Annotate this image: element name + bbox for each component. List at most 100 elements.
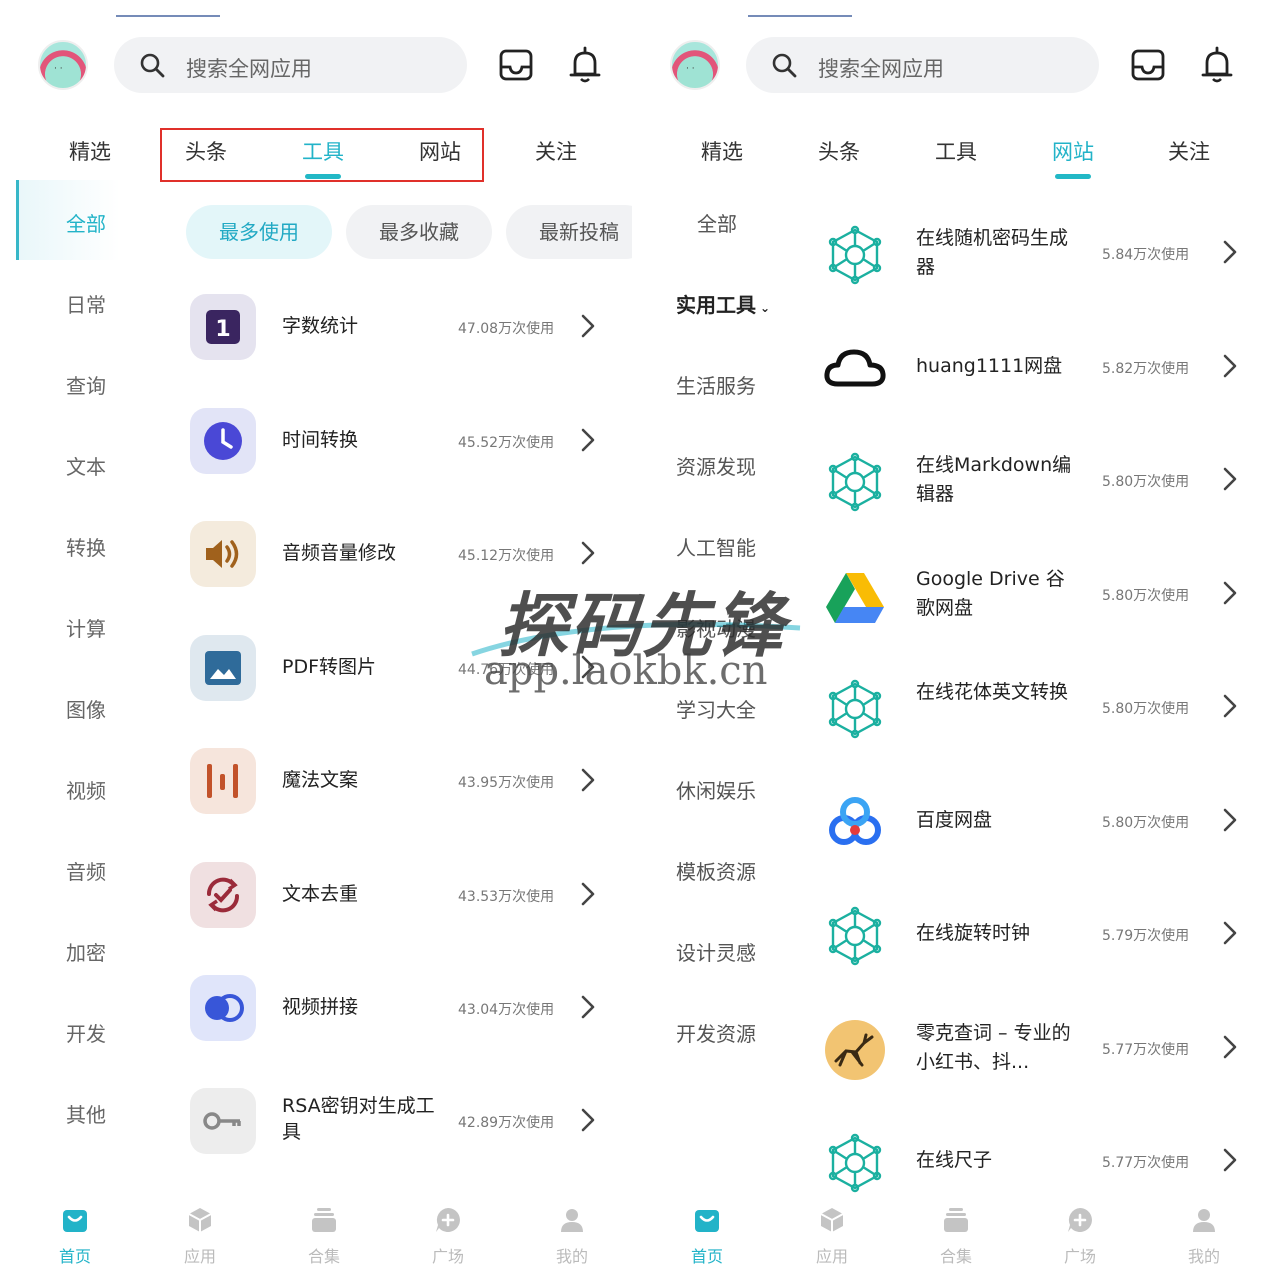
sidebar-item-text[interactable]: 文本	[26, 451, 146, 480]
sidebar-item-all[interactable]: 全部	[26, 208, 146, 237]
tab-featured[interactable]: 精选	[45, 136, 135, 166]
filter-chip-most-used[interactable]: 最多使用	[186, 205, 332, 259]
sidebar-item-audio[interactable]: 音频	[26, 856, 146, 885]
list-item[interactable]: 魔法文案 43.95万次使用	[190, 748, 610, 818]
category-entertainment[interactable]: 休闲娱乐	[676, 775, 756, 804]
nav-home[interactable]: 首页	[30, 1205, 120, 1267]
category-templates[interactable]: 模板资源	[676, 856, 756, 885]
bell-icon[interactable]	[567, 46, 603, 84]
sidebar-item-develop[interactable]: 开发	[26, 1018, 146, 1047]
nav-square[interactable]: 广场	[1035, 1205, 1125, 1267]
sync-check-icon	[190, 862, 256, 928]
chat-plus-icon	[1068, 1208, 1092, 1232]
home-bag-icon	[63, 1210, 87, 1232]
clock-icon	[190, 408, 256, 474]
list-item[interactable]: 视频拼接 43.04万次使用	[190, 975, 610, 1045]
sidebar-item-calculate[interactable]: 计算	[26, 613, 146, 642]
list-item[interactable]: PDF转图片 44.76万次使用	[190, 635, 610, 705]
image-icon	[190, 635, 256, 701]
usage-count: 5.80万次使用	[1102, 474, 1190, 490]
nav-label: 我的	[1187, 1247, 1220, 1266]
key-icon	[190, 1088, 256, 1154]
inbox-icon[interactable]	[1130, 46, 1166, 84]
search-input[interactable]: 搜索全网应用	[114, 37, 467, 93]
nav-label: 合集	[307, 1247, 340, 1266]
cube-icon	[188, 1208, 212, 1232]
category-dev-resources[interactable]: 开发资源	[676, 1018, 756, 1047]
chevron-right-icon	[581, 655, 595, 679]
chevron-right-icon	[581, 882, 595, 906]
filter-chip-most-favorited[interactable]: 最多收藏	[346, 205, 492, 259]
list-item[interactable]: 在线花体英文转换 5.80万次使用	[822, 670, 1242, 750]
tab-headlines[interactable]: 头条	[794, 136, 884, 166]
nav-profile[interactable]: 我的	[1159, 1205, 1249, 1267]
site-name: 在线花体英文转换	[916, 681, 1069, 703]
list-item[interactable]: huang1111网盘 5.82万次使用	[822, 330, 1242, 410]
tab-following[interactable]: 关注	[1144, 136, 1234, 166]
nav-collections[interactable]: 合集	[279, 1205, 369, 1267]
chevron-right-icon	[1223, 694, 1237, 718]
nav-collections[interactable]: 合集	[911, 1205, 1001, 1267]
nav-profile[interactable]: 我的	[527, 1205, 617, 1267]
nav-home[interactable]: 首页	[662, 1205, 752, 1267]
list-item[interactable]: 在线随机密码生成器 5.84万次使用	[822, 216, 1242, 296]
category-utility-tools[interactable]: 实用工具 ⌄	[676, 289, 770, 318]
list-item[interactable]: 百度网盘 5.80万次使用	[822, 784, 1242, 864]
list-item[interactable]: 在线尺子 5.77万次使用	[822, 1124, 1242, 1204]
nav-apps[interactable]: 应用	[155, 1205, 245, 1267]
nav-apps[interactable]: 应用	[787, 1205, 877, 1267]
list-item[interactable]: 零克查词 – 专业的小红书、抖... 5.77万次使用	[822, 1011, 1242, 1091]
category-learning[interactable]: 学习大全	[676, 694, 756, 723]
category-ai[interactable]: 人工智能	[676, 532, 756, 561]
category-life-services[interactable]: 生活服务	[676, 370, 756, 399]
category-all[interactable]: 全部	[697, 208, 737, 237]
site-name: 在线Markdown编辑器	[916, 454, 1072, 506]
usage-count: 5.82万次使用	[1102, 361, 1190, 377]
left-screen: · · 搜索全网应用 精选 头条 工具 网站 关注 全部 日常 查询 文本 转换…	[0, 0, 632, 1280]
list-item[interactable]: RSA密钥对生成工具 42.89万次使用	[190, 1088, 610, 1158]
list-item[interactable]: 文本去重 43.53万次使用	[190, 862, 610, 932]
avatar[interactable]: · ·	[38, 40, 88, 90]
tab-featured[interactable]: 精选	[677, 136, 767, 166]
list-item[interactable]: 1 字数统计 47.08万次使用	[190, 294, 610, 364]
bell-icon[interactable]	[1199, 46, 1235, 84]
category-film-anime[interactable]: 影视动漫	[676, 613, 756, 642]
usage-count: 5.79万次使用	[1102, 928, 1190, 944]
bottom-nav: 首页 应用 合集 广场 我的	[632, 1205, 1264, 1280]
tab-websites[interactable]: 网站	[1028, 136, 1118, 166]
sidebar-item-other[interactable]: 其他	[26, 1099, 146, 1128]
nav-square[interactable]: 广场	[403, 1205, 493, 1267]
usage-count: 5.80万次使用	[1102, 815, 1190, 831]
annotation-highlight-box	[160, 128, 484, 182]
sidebar-item-video[interactable]: 视频	[26, 775, 146, 804]
app-name: 时间转换	[282, 429, 359, 451]
usage-count: 43.04万次使用	[458, 1002, 555, 1018]
search-input[interactable]: 搜索全网应用	[746, 37, 1099, 93]
list-item[interactable]: 在线旋转时钟 5.79万次使用	[822, 897, 1242, 977]
sidebar-item-daily[interactable]: 日常	[26, 289, 146, 318]
chevron-right-icon	[1223, 354, 1237, 378]
sidebar-item-image[interactable]: 图像	[26, 694, 146, 723]
sidebar-item-convert[interactable]: 转换	[26, 532, 146, 561]
category-resource-discovery[interactable]: 资源发现	[676, 451, 756, 480]
list-item[interactable]: 在线Markdown编辑器 5.80万次使用	[822, 443, 1242, 523]
chevron-right-icon	[1223, 1148, 1237, 1172]
inbox-icon[interactable]	[498, 46, 534, 84]
category-design[interactable]: 设计灵感	[676, 937, 756, 966]
avatar[interactable]: · ·	[670, 40, 720, 90]
sidebar-item-query[interactable]: 查询	[26, 370, 146, 399]
list-item[interactable]: 时间转换 45.52万次使用	[190, 408, 610, 478]
tab-tools[interactable]: 工具	[911, 136, 1001, 166]
stack-icon	[312, 1208, 336, 1232]
list-item[interactable]: 音频音量修改 45.12万次使用	[190, 521, 610, 591]
chevron-right-icon	[1223, 921, 1237, 945]
stack-icon	[944, 1208, 968, 1232]
sidebar-item-encrypt[interactable]: 加密	[26, 937, 146, 966]
tab-following[interactable]: 关注	[511, 136, 601, 166]
chevron-right-icon	[1223, 1035, 1237, 1059]
nav-label: 应用	[183, 1247, 216, 1266]
filter-chip-newest[interactable]: 最新投稿	[506, 205, 632, 259]
list-item[interactable]: Google Drive 谷歌网盘 5.80万次使用	[822, 557, 1242, 637]
baidu-netdisk-icon	[829, 797, 881, 845]
nav-label: 合集	[939, 1247, 972, 1266]
